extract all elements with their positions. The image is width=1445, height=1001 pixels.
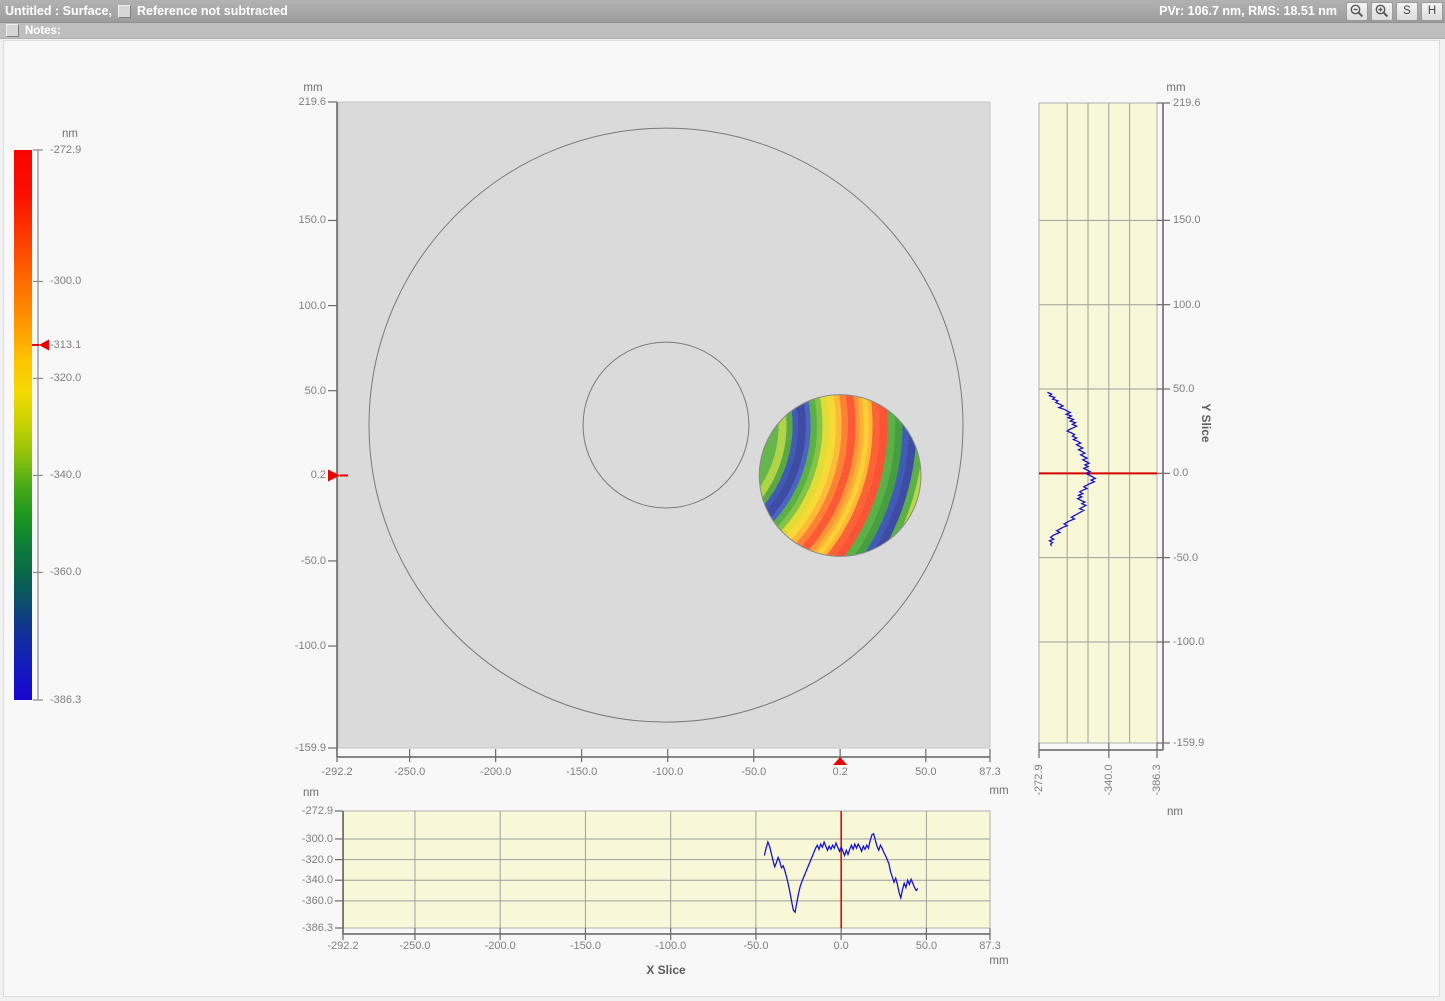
zoom-out-button[interactable] [1346, 2, 1368, 21]
app-window: nm mm mm nm mm X Slice mm nm Y Slice 219… [0, 0, 1445, 1001]
colorbar-gradient [14, 150, 32, 700]
notes-bar: Notes: [0, 23, 1445, 39]
notes-label: Notes: [25, 25, 61, 37]
magnifier-plus-icon [1374, 3, 1390, 19]
window-title-bar: Untitled : Surface, Reference not subtra… [0, 0, 1445, 23]
magnifier-minus-icon [1349, 3, 1365, 19]
x-slice-plot-area[interactable] [344, 811, 991, 928]
s-button[interactable]: S [1396, 2, 1418, 21]
reference-label: Reference not subtracted [137, 4, 288, 18]
plots-canvas [0, 0, 1445, 1001]
notes-checkbox-icon[interactable] [6, 24, 19, 37]
stats-readout: PVr: 106.7 nm, RMS: 18.51 nm [1159, 4, 1337, 18]
window-title: Untitled : Surface, [5, 4, 112, 18]
zoom-in-button[interactable] [1371, 2, 1393, 21]
h-button[interactable]: H [1421, 2, 1443, 21]
y-slice-plot-area[interactable] [1039, 103, 1157, 743]
x-cursor-arrow-icon[interactable] [833, 757, 847, 765]
colorbar-marker-arrow-icon[interactable] [39, 339, 49, 350]
reference-checkbox-icon[interactable] [118, 5, 131, 18]
